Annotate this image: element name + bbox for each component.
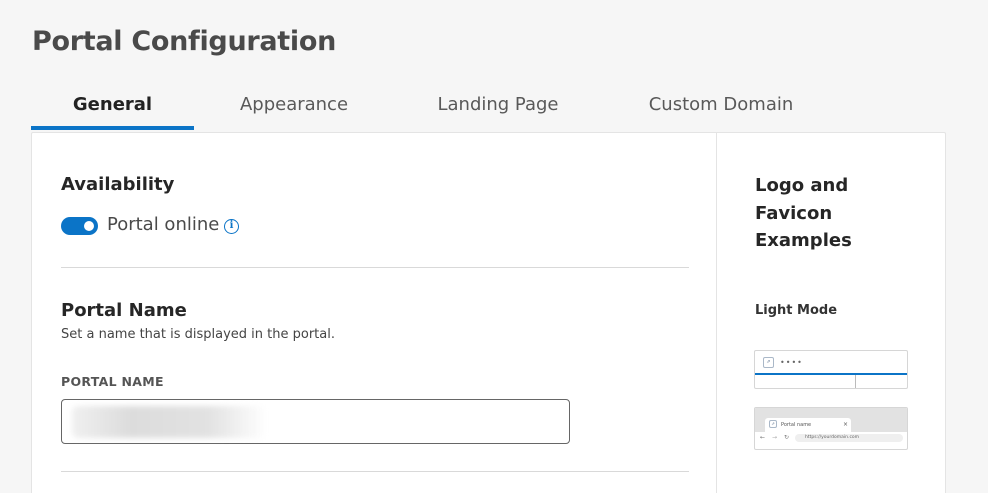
vertical-divider (716, 133, 717, 493)
tab-landing-page[interactable]: Landing Page (423, 86, 573, 130)
browser-toolbar: ← → ↻ https://yourdomain.com (755, 432, 907, 444)
logo-example-header: ⇗ •••• (754, 350, 908, 389)
section-divider (61, 267, 689, 268)
browser-url: https://yourdomain.com (805, 435, 860, 440)
portal-name-description: Set a name that is displayed in the port… (61, 327, 335, 342)
portal-online-label: Portal online (107, 214, 220, 235)
tab-custom-domain[interactable]: Custom Domain (636, 86, 806, 130)
reload-icon: ↻ (784, 434, 790, 441)
page-title: Portal Configuration (32, 26, 337, 57)
forward-icon: → (772, 434, 778, 441)
tab-general[interactable]: General (31, 86, 194, 130)
portal-name-field-label: PORTAL NAME (61, 374, 164, 389)
logo-placeholder-icon: ⇗ (763, 357, 774, 368)
section-divider-2 (61, 471, 689, 472)
back-icon: ← (760, 434, 766, 441)
favicon-example-browser: ⇗ Portal name × ← → ↻ https://yourdomain… (754, 407, 908, 450)
browser-url-bar: https://yourdomain.com (795, 434, 903, 442)
availability-heading: Availability (61, 174, 175, 195)
header-separator (855, 375, 856, 388)
tab-appearance[interactable]: Appearance (221, 86, 367, 130)
logo-dots: •••• (780, 358, 803, 367)
browser-tab-title: Portal name (781, 422, 812, 428)
tab-bar: General Appearance Landing Page Custom D… (31, 86, 831, 131)
close-icon: × (843, 421, 849, 428)
logo-favicon-heading: Logo and Favicon Examples (755, 175, 852, 251)
portal-online-toggle[interactable] (61, 217, 98, 235)
portal-name-heading: Portal Name (61, 300, 187, 321)
portal-name-input[interactable] (61, 399, 570, 444)
favicon-icon: ⇗ (769, 420, 777, 428)
info-icon[interactable]: i (224, 219, 239, 234)
light-mode-label: Light Mode (755, 303, 838, 318)
header-accent-line (755, 373, 907, 375)
browser-tab: ⇗ Portal name × (765, 418, 851, 432)
toggle-knob (84, 221, 94, 231)
